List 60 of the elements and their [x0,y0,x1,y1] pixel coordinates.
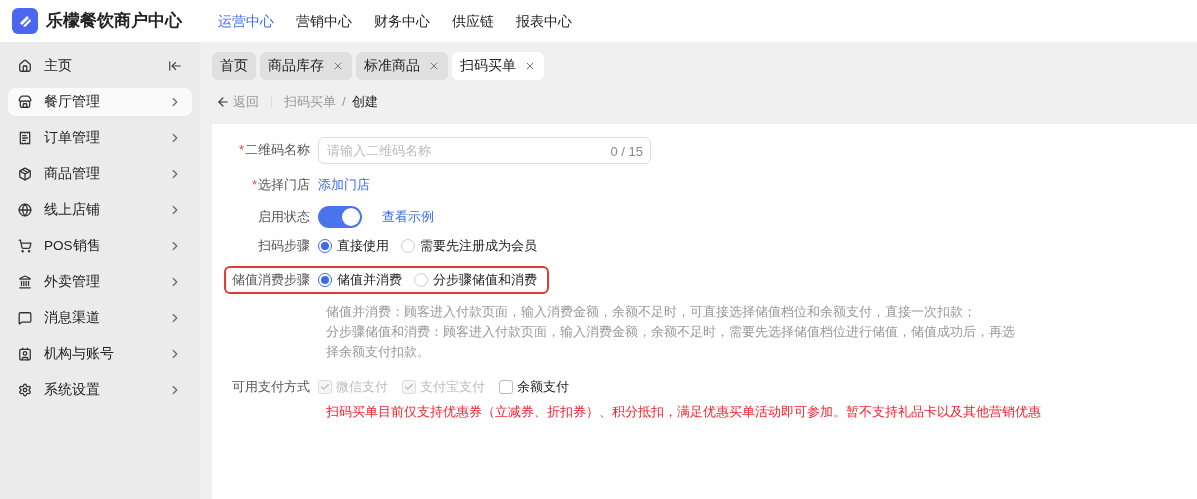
top-nav-item[interactable]: 供应链 [452,10,494,32]
checkbox-checked-icon [402,380,416,394]
radio-option[interactable]: 储值并消费 [318,270,402,290]
enable-switch[interactable] [318,206,362,228]
example-link[interactable]: 查看示例 [382,207,434,227]
required-mark: * [251,176,257,195]
help-text: 分步骤储值和消费：顾客进入付款页面，输入消费金额，余额不足时，需要先选择储值档位进行储值，储值成功后，再选择余额支付扣款。 [326,323,1016,361]
sidebar-item[interactable]: 机构与账号 [8,340,192,368]
sidebar-item[interactable]: 餐厅管理 [8,88,192,116]
sidebar-item[interactable]: 主页 [8,52,192,80]
sidebar-item[interactable]: 系统设置 [8,376,192,404]
contact-card-icon [18,347,32,361]
required-mark: * [238,141,244,160]
cart-icon [18,239,32,253]
bank-icon [18,275,32,289]
home-icon [18,59,32,73]
page-tab[interactable]: 标准商品 [356,52,448,80]
collapse-icon[interactable] [168,59,182,73]
field-label: 二维码名称 [245,141,310,160]
checkbox-option[interactable]: 余额支付 [499,377,569,397]
sidebar-item[interactable]: 外卖管理 [8,268,192,296]
globe-icon [18,203,32,217]
back-arrow-icon [216,95,230,109]
add-store-link[interactable]: 添加门店 [318,175,370,195]
checkbox-checked-icon [318,380,332,394]
field-label: 储值消费步骤 [232,271,310,290]
character-counter: 0 / 15 [610,142,643,161]
sidebar-item[interactable]: 订单管理 [8,124,192,152]
checkbox-unchecked-icon [499,380,513,394]
page-tab[interactable]: 扫码买单 [452,52,544,80]
page-tab[interactable]: 首页 [212,52,256,80]
radio-option[interactable]: 需要先注册成为会员 [401,236,537,256]
sidebar-item[interactable]: 线上店铺 [8,196,192,224]
radio-option[interactable]: 分步骤储值和消费 [414,270,537,290]
receipt-icon [18,131,32,145]
warning-text: 扫码买单目前仅支持优惠券（立减券、折扣券）、积分抵扣，满足优惠买单活动即可参加。暂不支持礼品卡以及其他营销优惠 [326,403,1042,421]
top-nav-item[interactable]: 财务中心 [374,10,430,32]
field-label: 可用支付方式 [232,378,310,397]
brand-name: 乐檬餐饮商户中心 [46,10,182,33]
package-icon [18,167,32,181]
sidebar-item[interactable]: 消息渠道 [8,304,192,332]
field-label: 扫码步骤 [258,237,310,256]
sidebar-item[interactable]: POS销售 [8,232,192,260]
logo-icon [12,8,38,34]
field-label: 启用状态 [258,208,310,227]
page-tab[interactable]: 商品库存 [260,52,352,80]
close-icon[interactable] [332,60,344,72]
breadcrumb-separator: / [342,93,346,112]
store-icon [18,95,32,109]
top-nav-item[interactable]: 营销中心 [296,10,352,32]
field-label: 选择门店 [258,176,310,195]
settings-icon [18,383,32,397]
message-icon [18,311,32,325]
top-nav-item[interactable]: 运营中心 [218,10,274,32]
radio-option[interactable]: 直接使用 [318,236,389,256]
breadcrumb-item: 创建 [351,93,378,112]
close-icon[interactable] [428,60,440,72]
top-nav-item[interactable]: 报表中心 [516,10,572,32]
close-icon[interactable] [524,60,536,72]
sidebar-item[interactable]: 商品管理 [8,160,192,188]
